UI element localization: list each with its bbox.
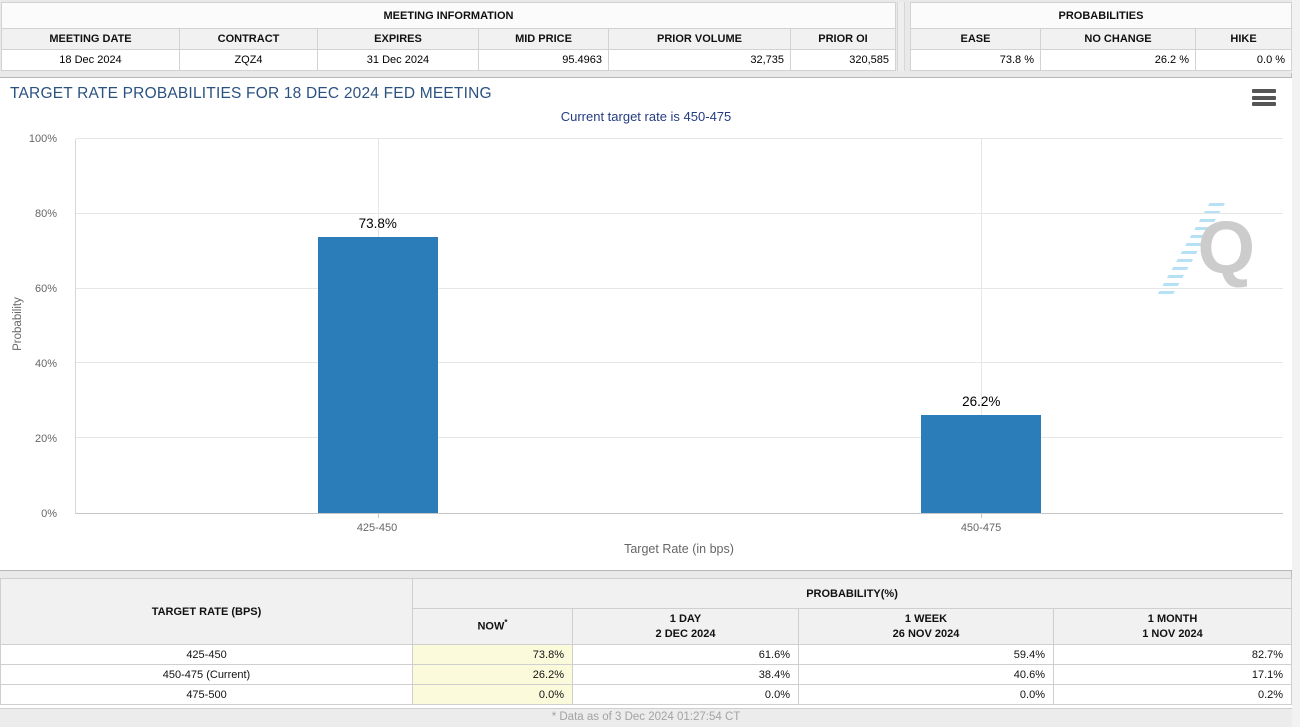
col-prior-volume: PRIOR VOLUME	[608, 28, 791, 50]
day-value: 38.4%	[572, 664, 799, 685]
month-value: 82.7%	[1052, 644, 1293, 665]
hike-value: 0.0 %	[1194, 49, 1293, 71]
now-value: 73.8%	[412, 644, 573, 665]
bar-data-label: 73.8%	[358, 216, 397, 231]
col-prior-oi: PRIOR OI	[790, 28, 896, 50]
day-value: 0.0%	[572, 684, 799, 705]
target-rate-chart: TARGET RATE PROBABILITIES FOR 18 DEC 202…	[0, 77, 1292, 571]
month-value: 0.2%	[1052, 684, 1293, 705]
table-row: 475-500 0.0% 0.0% 0.0% 0.2%	[0, 684, 1293, 705]
y-tick-label: 100%	[28, 133, 57, 145]
top-summary-section: MEETING INFORMATION MEETING DATE CONTRAC…	[0, 0, 1293, 73]
y-gridline	[76, 138, 1283, 139]
ease-value: 73.8 %	[910, 49, 1041, 71]
col-now: NOW*	[412, 608, 573, 645]
panel-divider	[897, 2, 905, 71]
probability-history-section: TARGET RATE (BPS) PROBABILITY(%) NOW* 1 …	[0, 578, 1293, 727]
col-1-day: 1 DAY 2 DEC 2024	[572, 608, 799, 645]
col-1-month: 1 MONTH 1 NOV 2024	[1052, 608, 1293, 645]
quikstrike-watermark: Q	[1155, 203, 1255, 299]
meeting-information-header-row: MEETING DATE CONTRACT EXPIRES MID PRICE …	[1, 28, 896, 50]
col-ease: EASE	[910, 28, 1041, 50]
col-hike: HIKE	[1194, 28, 1293, 50]
y-axis-labels: 0% 20% 40% 60% 80% 100%	[0, 133, 66, 520]
col-1-week: 1 WEEK 26 NOV 2024	[798, 608, 1054, 645]
col-no-change: NO CHANGE	[1040, 28, 1196, 50]
y-tick-label: 60%	[34, 283, 57, 295]
probabilities-table: PROBABILITIES EASE NO CHANGE HIKE 73.8 %…	[909, 2, 1293, 71]
meeting-date-value: 18 Dec 2024	[1, 49, 180, 71]
rate-range: 475-500	[0, 684, 413, 705]
no-change-value: 26.2 %	[1040, 49, 1196, 71]
now-value: 0.0%	[412, 684, 573, 705]
prior-oi-value: 320,585	[790, 49, 896, 71]
x-tick-label: 425-450	[356, 522, 398, 534]
y-tick-label: 20%	[34, 433, 57, 445]
x-axis-labels: 425-450 450-475	[75, 522, 1283, 538]
contract-value: ZQZ4	[179, 49, 318, 71]
chart-title: TARGET RATE PROBABILITIES FOR 18 DEC 202…	[10, 85, 492, 102]
y-gridline	[76, 212, 1283, 214]
plot-area: Q 73.8% 26.2%	[75, 138, 1283, 518]
col-meeting-date: MEETING DATE	[1, 28, 180, 50]
prior-volume-value: 32,735	[608, 49, 791, 71]
x-tick-label: 450-475	[960, 522, 1002, 534]
probabilities-header-row: EASE NO CHANGE HIKE	[910, 28, 1293, 50]
y-axis-title: Probability	[12, 297, 24, 351]
x-axis-tick	[377, 513, 379, 518]
fedwatch-page: MEETING INFORMATION MEETING DATE CONTRAC…	[0, 0, 1293, 727]
probabilities-data-row: 73.8 % 26.2 % 0.0 %	[910, 49, 1293, 71]
y-gridline	[76, 362, 1283, 364]
x-axis-tick	[981, 513, 983, 518]
col-contract: CONTRACT	[179, 28, 318, 50]
y-tick-label: 40%	[34, 358, 57, 370]
now-value: 26.2%	[412, 664, 573, 685]
y-tick-label: 80%	[34, 208, 57, 220]
rate-range: 450-475 (Current)	[0, 664, 413, 685]
probabilities-title: PROBABILITIES	[909, 2, 1293, 29]
now-asterisk: *	[504, 618, 508, 628]
mid-price-value: 95.4963	[478, 49, 609, 71]
meeting-information-data-row: 18 Dec 2024 ZQZ4 31 Dec 2024 95.4963 32,…	[1, 49, 896, 71]
rate-range: 425-450	[0, 644, 413, 665]
table-row: 425-450 73.8% 61.6% 59.4% 82.7%	[0, 644, 1293, 665]
col-expires: EXPIRES	[317, 28, 479, 50]
week-value: 0.0%	[798, 684, 1054, 705]
chart-subtitle: Current target rate is 450-475	[560, 109, 732, 124]
y-gridline	[76, 437, 1283, 439]
x-axis-title: Target Rate (in bps)	[624, 542, 734, 556]
target-rate-bps-header: TARGET RATE (BPS)	[0, 578, 413, 645]
meeting-information-title: MEETING INFORMATION	[1, 2, 896, 29]
data-as-of-footnote: * Data as of 3 Dec 2024 01:27:54 CT	[0, 708, 1292, 727]
probability-bar-450-475[interactable]	[921, 415, 1042, 513]
day-value: 61.6%	[572, 644, 799, 665]
probability-history-table: TARGET RATE (BPS) PROBABILITY(%) NOW* 1 …	[0, 578, 1293, 705]
expires-value: 31 Dec 2024	[317, 49, 479, 71]
week-value: 40.6%	[798, 664, 1054, 685]
table-row: 450-475 (Current) 26.2% 38.4% 40.6% 17.1…	[0, 664, 1293, 685]
col-mid-price: MID PRICE	[478, 28, 609, 50]
meeting-information-table: MEETING INFORMATION MEETING DATE CONTRAC…	[1, 2, 896, 71]
y-gridline	[76, 287, 1283, 289]
probability-bar-425-450[interactable]	[317, 237, 438, 513]
month-value: 17.1%	[1052, 664, 1293, 685]
y-tick-label: 0%	[41, 508, 57, 520]
probability-group-header: PROBABILITY(%)	[411, 578, 1293, 609]
bar-data-label: 26.2%	[962, 394, 1001, 410]
quikstrike-q-icon: Q	[1197, 206, 1255, 289]
chart-export-menu-icon[interactable]	[1252, 89, 1276, 107]
week-value: 59.4%	[798, 644, 1054, 665]
